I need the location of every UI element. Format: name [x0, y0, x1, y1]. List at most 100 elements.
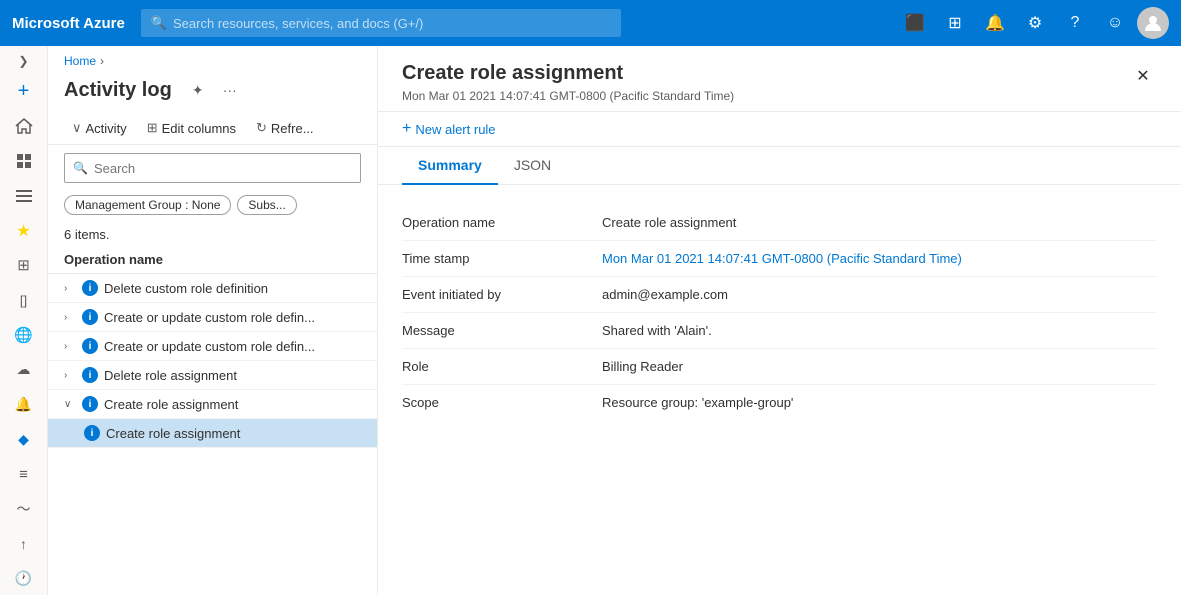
detail-title-group: Create role assignment Mon Mar 01 2021 1… [402, 62, 734, 103]
breadcrumb-separator: › [100, 54, 104, 68]
tab-summary[interactable]: Summary [402, 147, 498, 185]
table-row: Role Billing Reader [402, 349, 1157, 385]
sidebar-globe[interactable]: 🌐 [4, 319, 44, 352]
sidebar-expand-btn[interactable]: ❯ [4, 50, 44, 73]
sidebar-clock[interactable]: 🕐 [4, 562, 44, 595]
chevron-icon: › [64, 283, 76, 294]
breadcrumb-home[interactable]: Home [64, 54, 96, 68]
search-input[interactable] [94, 161, 352, 176]
item-text: Create role assignment [104, 397, 361, 412]
pin-icon[interactable]: ✦ [184, 76, 212, 104]
sidebar-list[interactable]: ≡ [4, 458, 44, 491]
list-item[interactable]: › i Delete custom role definition [48, 274, 377, 303]
settings-icon[interactable]: ⚙ [1017, 5, 1053, 41]
list-item[interactable]: › i Create or update custom role defin..… [48, 332, 377, 361]
field-value: Create role assignment [602, 205, 1157, 241]
item-text: Delete custom role definition [104, 281, 361, 296]
breadcrumb: Home › [48, 46, 377, 72]
item-text: Create or update custom role defin... [104, 339, 361, 354]
chevron-icon: › [64, 370, 76, 381]
table-row: Event initiated by admin@example.com [402, 277, 1157, 313]
sidebar-create-resource[interactable]: + [4, 75, 44, 108]
chevron-icon: › [64, 341, 76, 352]
list-item-selected[interactable]: i Create role assignment [48, 419, 377, 448]
filter-tag-mgmt[interactable]: Management Group : None [64, 195, 231, 215]
field-value: admin@example.com [602, 277, 1157, 313]
item-text: Delete role assignment [104, 368, 361, 383]
sidebar-bell[interactable]: 🔔 [4, 388, 44, 421]
directory-icon[interactable]: ⊞ [937, 5, 973, 41]
detail-header: Create role assignment Mon Mar 01 2021 1… [378, 46, 1181, 112]
panel-header: Activity log ✦ ··· [48, 72, 377, 112]
sidebar-upload[interactable]: ↑ [4, 527, 44, 560]
item-text: Create or update custom role defin... [104, 310, 361, 325]
sidebar-favorites[interactable]: ★ [4, 214, 44, 247]
search-bar[interactable]: 🔍 [64, 153, 361, 183]
sidebar-diamond[interactable]: ◆ [4, 423, 44, 456]
list-item[interactable]: › i Delete role assignment [48, 361, 377, 390]
app-brand: Microsoft Azure [12, 15, 125, 32]
sidebar-cloud[interactable]: ☁ [4, 353, 44, 386]
close-button[interactable]: ✕ [1129, 62, 1157, 90]
field-value: Resource group: 'example-group' [602, 385, 1157, 421]
items-count: 6 items. [48, 223, 377, 246]
table-row: Scope Resource group: 'example-group' [402, 385, 1157, 421]
chevron-down-icon: ∨ [72, 120, 82, 136]
sidebar-allservices[interactable] [4, 179, 44, 212]
panel-title: Activity log [64, 79, 172, 102]
list-items: › i Delete custom role definition › i Cr… [48, 274, 377, 595]
chevron-down-icon: ∨ [64, 399, 76, 410]
field-label: Role [402, 349, 602, 385]
field-label: Event initiated by [402, 277, 602, 313]
nav-icon-group: ⬛ ⊞ 🔔 ⚙ ? ☺ [897, 5, 1169, 41]
field-label: Time stamp [402, 241, 602, 277]
global-search-input[interactable] [173, 16, 611, 31]
detail-panel: Create role assignment Mon Mar 01 2021 1… [378, 46, 1181, 595]
tab-json[interactable]: JSON [498, 147, 567, 185]
list-item[interactable]: › i Create or update custom role defin..… [48, 303, 377, 332]
field-label: Scope [402, 385, 602, 421]
sidebar-dashboard[interactable] [4, 145, 44, 178]
info-icon: i [82, 338, 98, 354]
detail-content: Operation name Create role assignment Ti… [378, 185, 1181, 595]
terminal-icon[interactable]: ⬛ [897, 5, 933, 41]
global-search-container[interactable]: 🔍 [141, 9, 621, 37]
filter-tags: Management Group : None Subs... [48, 191, 377, 223]
list-item-expanded[interactable]: ∨ i Create role assignment [48, 390, 377, 419]
filter-tag-subs[interactable]: Subs... [237, 195, 296, 215]
new-alert-rule-btn[interactable]: + New alert rule [378, 112, 1181, 147]
avatar[interactable] [1137, 7, 1169, 39]
table-row: Time stamp Mon Mar 01 2021 14:07:41 GMT-… [402, 241, 1157, 277]
top-navigation: Microsoft Azure 🔍 ⬛ ⊞ 🔔 ⚙ ? ☺ [0, 0, 1181, 46]
more-icon[interactable]: ··· [216, 76, 244, 104]
table-row: Operation name Create role assignment [402, 205, 1157, 241]
info-icon: i [82, 367, 98, 383]
sidebar-grid[interactable]: ⊞ [4, 249, 44, 282]
field-value: Shared with 'Alain'. [602, 313, 1157, 349]
sidebar-home[interactable] [4, 110, 44, 143]
sidebar-bracket[interactable]: [] [4, 284, 44, 317]
activity-btn[interactable]: ∨ Activity [64, 116, 135, 140]
refresh-btn[interactable]: ↻ Refre... [248, 116, 322, 140]
edit-columns-btn[interactable]: ⊞ Edit columns [139, 116, 244, 140]
bell-icon[interactable]: 🔔 [977, 5, 1013, 41]
feedback-icon[interactable]: ☺ [1097, 5, 1133, 41]
field-label: Message [402, 313, 602, 349]
info-icon: i [82, 309, 98, 325]
help-icon[interactable]: ? [1057, 5, 1093, 41]
detail-table: Operation name Create role assignment Ti… [402, 205, 1157, 420]
info-icon: i [84, 425, 100, 441]
item-text: Create role assignment [106, 426, 361, 441]
field-value-link[interactable]: Mon Mar 01 2021 14:07:41 GMT-0800 (Pacif… [602, 241, 1157, 277]
search-icon: 🔍 [73, 161, 88, 175]
panel-header-actions: ✦ ··· [184, 76, 244, 104]
columns-icon: ⊞ [147, 120, 158, 136]
detail-title: Create role assignment [402, 62, 734, 85]
activity-log-panel: Home › Activity log ✦ ··· ∨ Activity ⊞ E… [48, 46, 378, 595]
toolbar: ∨ Activity ⊞ Edit columns ↻ Refre... [48, 112, 377, 145]
search-icon: 🔍 [151, 15, 167, 31]
field-label: Operation name [402, 205, 602, 241]
edit-columns-label: Edit columns [162, 121, 236, 136]
tabs-bar: Summary JSON [378, 147, 1181, 185]
sidebar-wavy[interactable]: 〜 [4, 493, 44, 526]
